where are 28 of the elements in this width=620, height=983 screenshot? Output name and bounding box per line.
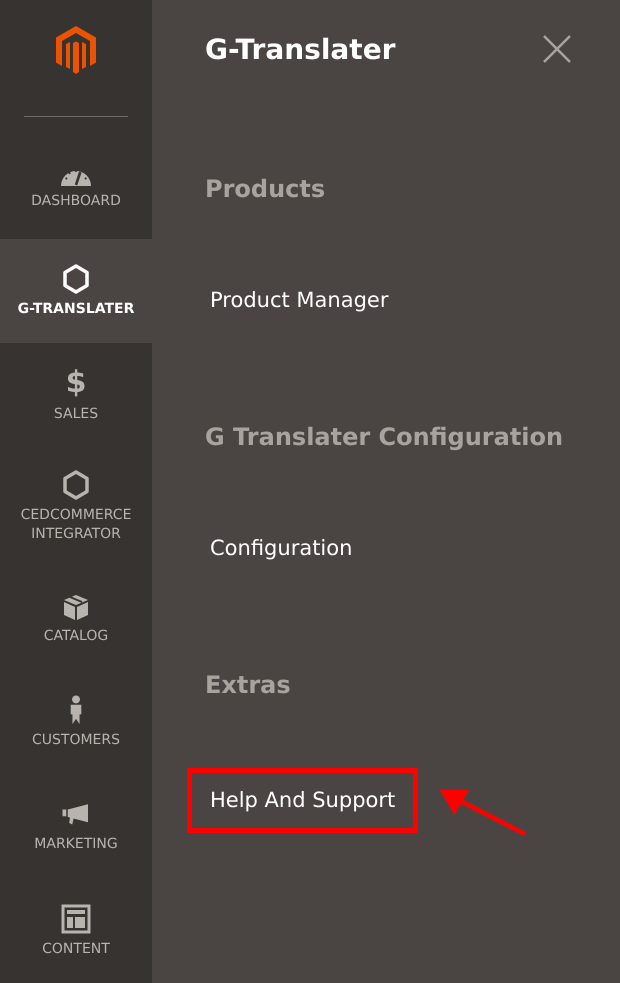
nav-label: MARKETING bbox=[33, 835, 119, 854]
gauge-icon bbox=[61, 171, 91, 186]
nav-item[interactable]: CUSTOMERS bbox=[0, 670, 152, 775]
menu-link[interactable]: Help And Support bbox=[187, 768, 418, 832]
section-heading: Products bbox=[205, 174, 326, 205]
nav-item[interactable]: CONTENT bbox=[0, 878, 152, 983]
nav-item[interactable]: MARKETING bbox=[0, 774, 152, 879]
nav-label: G-TRANSLATER bbox=[16, 300, 136, 319]
section-heading: G Translater Configuration bbox=[205, 422, 564, 453]
layout-icon bbox=[61, 904, 91, 934]
nav-item[interactable]: G-TRANSLATER bbox=[0, 239, 152, 344]
nav-item[interactable]: DASHBOARD bbox=[0, 135, 152, 240]
hexagon-icon bbox=[61, 264, 91, 294]
nav-item[interactable]: CATALOG bbox=[0, 566, 152, 671]
nav-label: DASHBOARD bbox=[30, 192, 122, 212]
nav-label: CUSTOMERS bbox=[30, 731, 122, 750]
dollar-icon: $ bbox=[66, 366, 86, 399]
hexagon-icon bbox=[61, 470, 91, 500]
nav-label: CONTENT bbox=[41, 940, 111, 958]
nav-item[interactable]: $ SALES bbox=[0, 343, 152, 448]
nav-label: CATALOG bbox=[42, 627, 110, 646]
nav-label: SALES bbox=[52, 404, 100, 424]
menu-link[interactable]: Product Manager bbox=[187, 265, 412, 335]
nav-item[interactable]: CEDCOMMERCE INTEGRATOR bbox=[0, 447, 152, 567]
menu-link[interactable]: Configuration bbox=[187, 513, 376, 583]
nav-label: CEDCOMMERCE INTEGRATOR bbox=[20, 506, 132, 544]
section-heading: Extras bbox=[205, 670, 292, 701]
panel-title: G-Translater bbox=[205, 32, 396, 66]
